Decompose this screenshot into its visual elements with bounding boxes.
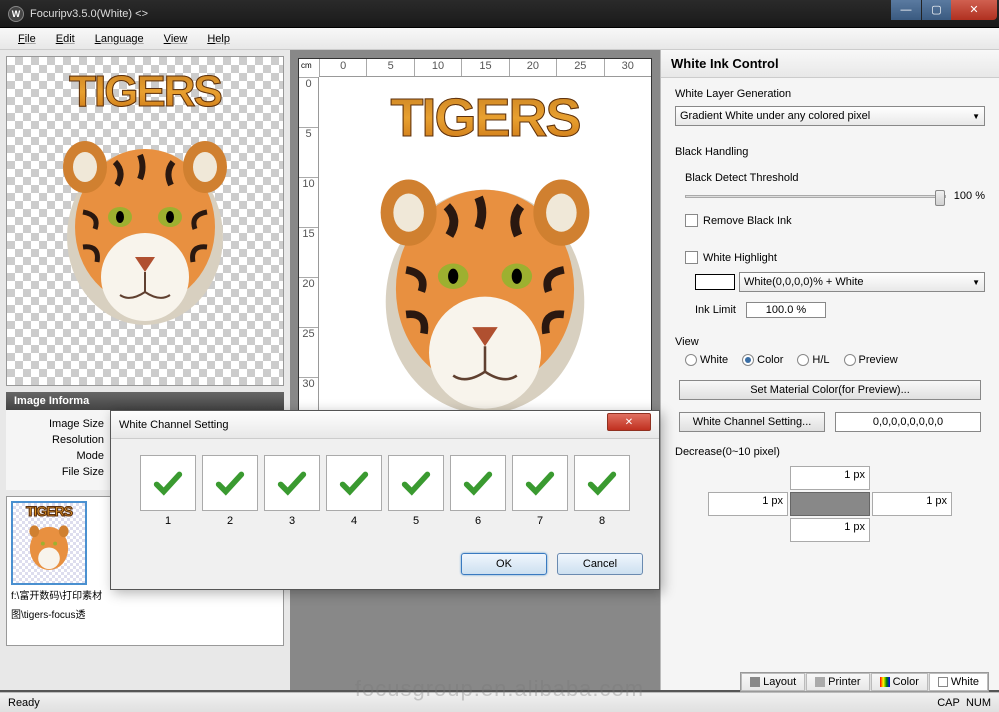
white-channel-dialog: White Channel Setting ✕ 1 2 3 4 5 6 7 8 … — [110, 410, 660, 590]
white-icon — [938, 677, 948, 687]
menu-language[interactable]: Language — [85, 31, 154, 47]
artwork-image — [45, 117, 245, 337]
cancel-button[interactable]: Cancel — [557, 553, 643, 575]
dialog-close-button[interactable]: ✕ — [607, 413, 651, 431]
decrease-bottom[interactable]: 1 px — [790, 518, 870, 542]
panel-title: White Ink Control — [661, 50, 999, 78]
window-title: Focuripv3.5.0(White) <> — [30, 8, 891, 20]
app-icon: W — [8, 6, 24, 22]
menu-file[interactable]: File — [8, 31, 46, 47]
layout-icon — [750, 677, 760, 687]
preview-transparent: TIGERS — [6, 56, 284, 386]
decrease-grid: 1 px 1 px1 px 1 px — [675, 466, 985, 542]
wlg-combo[interactable]: Gradient White under any colored pixel ▼ — [675, 106, 985, 126]
thumbnail[interactable]: TIGERS — [11, 501, 87, 585]
radio-preview[interactable]: Preview — [844, 354, 898, 366]
chevron-down-icon: ▼ — [972, 278, 980, 287]
white-combo-value: White(0,0,0,0)% + White — [744, 276, 864, 288]
artwork-text: TIGERS — [69, 67, 221, 117]
white-color-swatch[interactable] — [695, 274, 735, 290]
chevron-down-icon: ▼ — [972, 112, 980, 121]
thumbnail-path-2: 图\tigers-focus透 — [11, 604, 279, 623]
tab-layout[interactable]: Layout — [741, 673, 805, 691]
wlg-label: White Layer Generation — [675, 88, 985, 100]
ruler-unit: cm — [301, 61, 312, 70]
radio-white[interactable]: White — [685, 354, 728, 366]
canvas-artwork-image — [355, 149, 615, 429]
menu-edit[interactable]: Edit — [46, 31, 85, 47]
canvas-artwork-text: TIGERS — [390, 87, 579, 149]
channel-4[interactable]: 4 — [326, 455, 382, 527]
close-button[interactable]: ✕ — [951, 0, 997, 20]
channel-list: 1 2 3 4 5 6 7 8 — [111, 439, 659, 543]
white-combo[interactable]: White(0,0,0,0)% + White ▼ — [739, 272, 985, 292]
radio-color[interactable]: Color — [742, 354, 783, 366]
black-handling-label: Black Handling — [675, 146, 985, 158]
radio-hl[interactable]: H/L — [797, 354, 829, 366]
decrease-right[interactable]: 1 px — [872, 492, 952, 516]
titlebar: W Focuripv3.5.0(White) <> — ▢ ✕ — [0, 0, 999, 28]
channel-7[interactable]: 7 — [512, 455, 568, 527]
printer-icon — [815, 677, 825, 687]
statusbar: Ready CAP NUM — [0, 692, 999, 712]
menubar: File Edit Language View Help — [0, 28, 999, 50]
menu-view[interactable]: View — [154, 31, 198, 47]
white-highlight-label: White Highlight — [703, 252, 777, 264]
bdt-label: Black Detect Threshold — [685, 172, 985, 184]
remove-black-label: Remove Black Ink — [703, 215, 792, 227]
view-label: View — [675, 336, 985, 348]
wlg-combo-value: Gradient White under any colored pixel — [680, 110, 870, 122]
maximize-button[interactable]: ▢ — [921, 0, 951, 20]
channel-6[interactable]: 6 — [450, 455, 506, 527]
info-label-mode: Mode — [14, 450, 114, 462]
tab-color[interactable]: Color — [871, 673, 928, 691]
status-num: NUM — [966, 697, 991, 709]
menu-help[interactable]: Help — [197, 31, 240, 47]
remove-black-checkbox[interactable] — [685, 214, 698, 227]
dialog-title: White Channel Setting — [119, 419, 607, 431]
info-label-filesize: File Size — [14, 466, 114, 478]
image-info-header: Image Informa — [6, 392, 284, 410]
status-ready: Ready — [8, 697, 40, 709]
channel-5[interactable]: 5 — [388, 455, 444, 527]
set-material-button[interactable]: Set Material Color(for Preview)... — [679, 380, 981, 400]
channel-3[interactable]: 3 — [264, 455, 320, 527]
decrease-left[interactable]: 1 px — [708, 492, 788, 516]
bottom-tabs: Layout Printer Color White — [740, 672, 989, 692]
decrease-center — [790, 492, 870, 516]
bdt-slider[interactable] — [685, 195, 946, 198]
channel-2[interactable]: 2 — [202, 455, 258, 527]
minimize-button[interactable]: — — [891, 0, 921, 20]
bdt-value: 100 % — [954, 190, 985, 202]
white-channel-value[interactable]: 0,0,0,0,0,0,0,0 — [835, 412, 981, 432]
tab-printer[interactable]: Printer — [806, 673, 869, 691]
info-label-size: Image Size — [14, 418, 114, 430]
tab-white[interactable]: White — [929, 673, 988, 691]
ink-limit-label: Ink Limit — [695, 304, 736, 316]
white-highlight-checkbox[interactable] — [685, 251, 698, 264]
status-cap: CAP — [937, 697, 960, 709]
slider-thumb[interactable] — [935, 190, 945, 206]
channel-1[interactable]: 1 — [140, 455, 196, 527]
ok-button[interactable]: OK — [461, 553, 547, 575]
white-channel-setting-button[interactable]: White Channel Setting... — [679, 412, 825, 432]
channel-8[interactable]: 8 — [574, 455, 630, 527]
decrease-top[interactable]: 1 px — [790, 466, 870, 490]
info-label-resolution: Resolution — [14, 434, 114, 446]
ink-limit-input[interactable]: 100.0 % — [746, 302, 826, 318]
color-icon — [880, 677, 890, 687]
decrease-label: Decrease(0~10 pixel) — [675, 446, 985, 458]
ruler-horizontal: 051015202530 — [319, 59, 651, 77]
